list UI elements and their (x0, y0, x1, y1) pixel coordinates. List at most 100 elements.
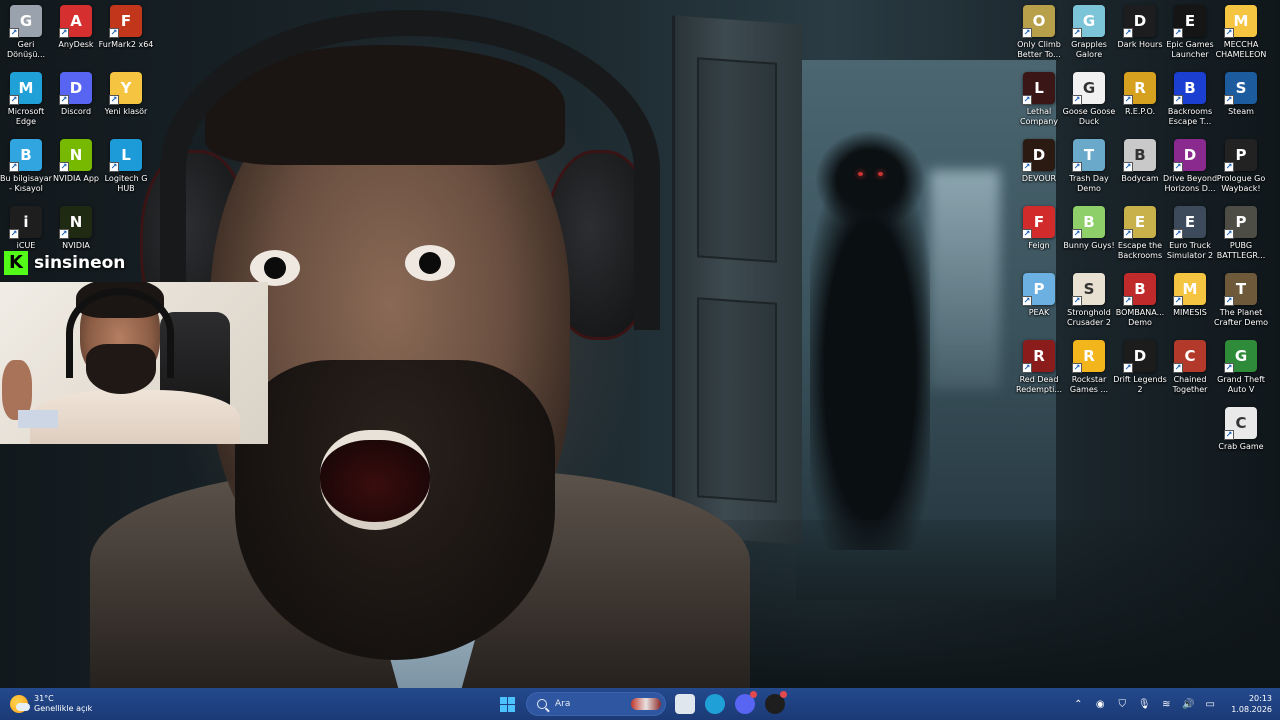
shortcut-arrow-icon: ↗ (1224, 430, 1234, 440)
desktop-shortcut[interactable]: N ↗ NVIDIA (50, 206, 102, 251)
desktop-shortcut[interactable]: G ↗ Grand Theft Auto V (1215, 340, 1267, 395)
desktop-shortcut[interactable]: L ↗ Lethal Company (1013, 72, 1065, 127)
grapples-icon: G ↗ (1072, 5, 1105, 38)
shortcut-arrow-icon: ↗ (1173, 28, 1183, 38)
weather-widget[interactable]: 31°C Genellikle açık (10, 691, 92, 717)
desktop-shortcut[interactable]: F ↗ Feign (1013, 206, 1065, 251)
shortcut-arrow-icon: ↗ (1123, 229, 1133, 239)
desktop-shortcut[interactable]: S ↗ Steam (1215, 72, 1267, 117)
shortcut-arrow-icon: ↗ (1022, 296, 1032, 306)
shortcut-arrow-icon: ↗ (1022, 229, 1032, 239)
desktop-shortcut[interactable]: T ↗ Trash Day Demo (1063, 139, 1115, 194)
battery-icon[interactable]: ▭ (1200, 694, 1220, 714)
desktop-shortcut[interactable]: B ↗ Bu bilgisayar - Kısayol (0, 139, 52, 194)
desktop-shortcut-label: PUBG BATTLEGR... (1216, 241, 1266, 260)
volume-icon[interactable]: 🔊 (1178, 694, 1198, 714)
shortcut-arrow-icon: ↗ (1173, 229, 1183, 239)
anydesk-icon: A ↗ (59, 5, 92, 38)
icue-icon: i ↗ (9, 206, 42, 239)
weather-condition: Genellikle açık (34, 704, 93, 713)
desktop-shortcut[interactable]: B ↗ Bodycam (1114, 139, 1166, 184)
desktop-shortcut[interactable]: R ↗ Rockstar Games ... (1063, 340, 1115, 395)
clock[interactable]: 20:13 1.08.2026 (1231, 693, 1272, 715)
start-button[interactable] (493, 690, 521, 718)
desktop-shortcut[interactable]: L ↗ Logitech G HUB (100, 139, 152, 194)
shortcut-arrow-icon: ↗ (9, 162, 19, 172)
desktop-shortcut[interactable]: M ↗ MIMESIS (1164, 273, 1216, 318)
chevron-up-icon[interactable]: ⌃ (1068, 694, 1088, 714)
desktop-shortcut[interactable]: M ↗ MECCHA CHAMELEON (1215, 5, 1267, 60)
shortcut-arrow-icon: ↗ (1123, 28, 1133, 38)
desktop-shortcut[interactable]: C ↗ Crab Game (1215, 407, 1267, 452)
taskbar-app-button[interactable] (761, 690, 789, 718)
desktop-shortcut[interactable]: E ↗ Euro Truck Simulator 2 (1164, 206, 1216, 261)
discord-icon: D ↗ (59, 72, 92, 105)
taskbar-app-button[interactable] (731, 690, 759, 718)
desktop-shortcut-label: Euro Truck Simulator 2 (1166, 241, 1214, 260)
kick-channel-badge: K sinsineon (4, 250, 125, 276)
desktop-shortcut[interactable]: i ↗ iCUE (0, 206, 52, 251)
desktop-shortcut[interactable]: R ↗ Red Dead Redempti... (1013, 340, 1065, 395)
desktop-shortcut[interactable]: A ↗ AnyDesk (50, 5, 102, 50)
desktop-shortcut[interactable]: P ↗ PEAK (1013, 273, 1065, 318)
goose-icon: G ↗ (1072, 72, 1105, 105)
microphone-icon[interactable]: 🎙 (1134, 694, 1154, 714)
desktop-shortcut[interactable]: D ↗ Discord (50, 72, 102, 117)
desktop-shortcut-label: MECCHA CHAMELEON (1215, 40, 1267, 59)
desktop-shortcut[interactable]: B ↗ Bunny Guys! (1063, 206, 1115, 251)
desktop-shortcut-label: Only Climb Better To... (1017, 40, 1061, 59)
desktop-shortcut[interactable]: B ↗ BOMBANA... Demo (1114, 273, 1166, 328)
desktop-shortcut[interactable]: O ↗ Only Climb Better To... (1013, 5, 1065, 60)
desktop-shortcut[interactable]: D ↗ Drift Legends 2 (1113, 340, 1167, 395)
desktop-shortcut[interactable]: B ↗ Backrooms Escape T... (1164, 72, 1216, 127)
desktop-shortcut[interactable]: R ↗ R.E.P.O. (1114, 72, 1166, 117)
taskbar-app-button[interactable] (701, 690, 729, 718)
desktop-shortcut[interactable]: N ↗ NVIDIA App (50, 139, 102, 184)
shortcut-arrow-icon: ↗ (1072, 363, 1082, 373)
desktop-shortcut[interactable]: M ↗ Microsoft Edge (0, 72, 52, 127)
partly-sunny-icon (10, 695, 30, 713)
desktop-shortcut[interactable]: T ↗ The Planet Crafter Demo (1214, 273, 1268, 328)
shortcut-arrow-icon: ↗ (1072, 28, 1082, 38)
webcam-desk-items (18, 410, 58, 428)
shortcut-arrow-icon: ↗ (1123, 95, 1133, 105)
desktop-shortcut[interactable]: D ↗ DEVOUR (1013, 139, 1065, 184)
drive-beyond-icon: D ↗ (1173, 139, 1206, 172)
desktop-shortcut[interactable]: F ↗ FurMark2 x64 (98, 5, 154, 50)
desktop-shortcut-label: Escape the Backrooms (1117, 241, 1163, 260)
desktop-shortcut[interactable]: G ↗ Geri Dönüşü... (0, 5, 52, 60)
shortcut-arrow-icon: ↗ (1224, 95, 1234, 105)
repo-icon: R ↗ (1123, 72, 1156, 105)
desktop-shortcut[interactable]: E ↗ Epic Games Launcher (1164, 5, 1216, 60)
wallpaper-window-light (930, 170, 1000, 390)
desktop-shortcut-label: Bunny Guys! (1063, 241, 1115, 250)
desktop-shortcut-label: Drive Beyond Horizons D... (1162, 174, 1218, 193)
desktop-shortcut-label: R.E.P.O. (1124, 107, 1156, 116)
desktop-shortcut[interactable]: G ↗ Grapples Galore (1063, 5, 1115, 60)
desktop-shortcut-label: Chained Together (1172, 375, 1208, 394)
wifi-icon[interactable]: ≋ (1156, 694, 1176, 714)
desktop-shortcut[interactable]: E ↗ Escape the Backrooms (1114, 206, 1166, 261)
planet-crafter-icon: T ↗ (1224, 273, 1257, 306)
nvidia-tray-icon[interactable]: ◉ (1090, 694, 1110, 714)
desktop-shortcut[interactable]: C ↗ Chained Together (1164, 340, 1216, 395)
shield-icon[interactable]: ⛉ (1112, 694, 1132, 714)
shortcut-arrow-icon: ↗ (1022, 162, 1032, 172)
desktop-shortcut-label: Rockstar Games ... (1069, 375, 1109, 394)
gta-icon: G ↗ (1224, 340, 1257, 373)
windows-logo-icon (499, 696, 515, 712)
taskbar-search[interactable]: Ara (526, 692, 666, 716)
desktop-shortcut-label: Stronghold Crusader 2 (1067, 308, 1111, 327)
desktop-shortcut[interactable]: P ↗ Prologue Go Wayback! (1215, 139, 1267, 194)
desktop-shortcut[interactable]: D ↗ Drive Beyond Horizons D... (1162, 139, 1218, 194)
taskbar-app-button[interactable] (671, 690, 699, 718)
shortcut-arrow-icon: ↗ (1224, 28, 1234, 38)
desktop-shortcut[interactable]: P ↗ PUBG BATTLEGR... (1215, 206, 1267, 261)
desktop-shortcut[interactable]: G ↗ Goose Goose Duck (1063, 72, 1115, 127)
desktop-shortcut[interactable]: D ↗ Dark Hours (1114, 5, 1166, 50)
desktop-shortcut[interactable]: S ↗ Stronghold Crusader 2 (1063, 273, 1115, 328)
desktop-shortcut-label: FurMark2 x64 (98, 40, 154, 49)
desktop-shortcut[interactable]: Y ↗ Yeni klasör (100, 72, 152, 117)
desktop-shortcut-label: NVIDIA App (53, 174, 99, 183)
shortcut-arrow-icon: ↗ (1123, 296, 1133, 306)
